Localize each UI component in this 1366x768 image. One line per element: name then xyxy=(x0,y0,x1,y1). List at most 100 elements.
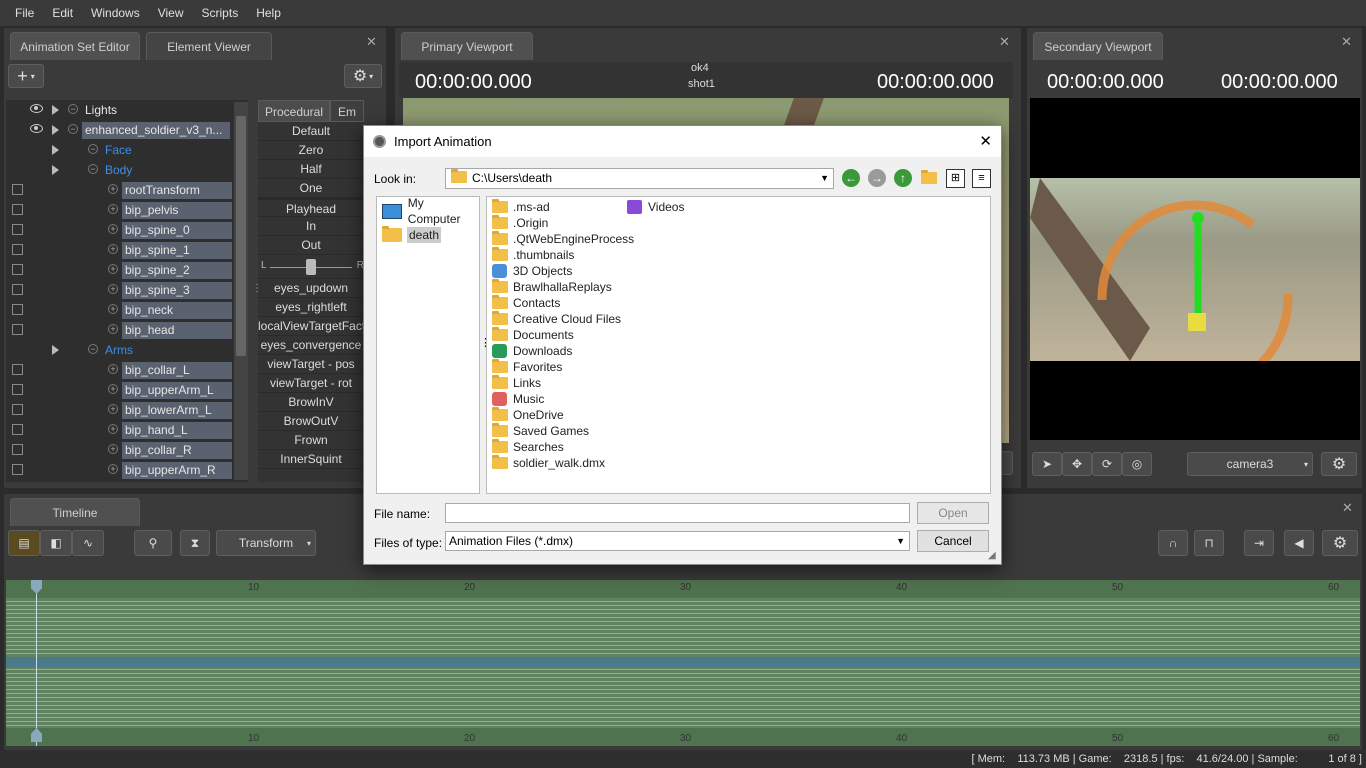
time-selection-icon[interactable]: ⧗ xyxy=(180,530,210,556)
expand-toggle-icon[interactable]: + xyxy=(108,384,118,394)
row-checkbox[interactable] xyxy=(12,424,23,435)
expand-toggle-icon[interactable]: + xyxy=(108,204,118,214)
file-list-item[interactable]: Creative Cloud Files xyxy=(492,311,621,327)
slider-handle[interactable] xyxy=(306,259,316,275)
expand-toggle-icon[interactable]: + xyxy=(108,184,118,194)
tree-row[interactable]: − Body xyxy=(6,160,248,180)
tree-row[interactable]: + bip_neck xyxy=(6,300,248,320)
control-row[interactable]: Frown xyxy=(258,431,364,450)
file-list-item[interactable]: Contacts xyxy=(492,295,560,311)
place-my-computer[interactable]: My Computer xyxy=(382,196,479,226)
file-list-item[interactable]: BrawlhallaReplays xyxy=(492,279,612,295)
tree-row[interactable]: + bip_head xyxy=(6,320,248,340)
menu-help[interactable]: Help xyxy=(247,6,290,20)
expand-toggle-icon[interactable]: + xyxy=(108,364,118,374)
tree-row[interactable]: + bip_upperArm_R xyxy=(6,460,248,480)
tree-row[interactable]: + bip_spine_3 xyxy=(6,280,248,300)
expand-toggle-icon[interactable]: + xyxy=(108,244,118,254)
tree-row[interactable]: + bip_collar_R xyxy=(6,440,248,460)
file-name-input[interactable] xyxy=(445,503,910,523)
close-icon[interactable]: ✕ xyxy=(1341,34,1352,50)
row-checkbox[interactable] xyxy=(12,384,23,395)
row-checkbox[interactable] xyxy=(12,304,23,315)
jump-to-end-icon[interactable]: ⇥ xyxy=(1244,530,1274,556)
close-icon[interactable]: ✕ xyxy=(979,126,992,157)
resize-grip-icon[interactable]: ◢ xyxy=(988,550,996,561)
open-button[interactable]: Open xyxy=(917,502,989,524)
row-checkbox[interactable] xyxy=(12,204,23,215)
transform-dropdown[interactable]: Transform ▾ xyxy=(216,530,316,556)
snap-icon[interactable]: ⊓ xyxy=(1194,530,1224,556)
expand-toggle-icon[interactable]: − xyxy=(88,344,98,354)
expand-toggle-icon[interactable]: + xyxy=(108,284,118,294)
add-button[interactable]: + ▾ xyxy=(8,64,44,88)
detail-view-icon[interactable]: ≡ xyxy=(972,169,991,188)
preset-row[interactable]: Zero xyxy=(258,141,364,160)
file-list-item[interactable]: Links xyxy=(492,375,541,391)
file-list-item[interactable]: soldier_walk.dmx xyxy=(492,455,605,471)
tree-row[interactable]: + bip_upperArm_L xyxy=(6,380,248,400)
expand-toggle-icon[interactable]: + xyxy=(108,404,118,414)
preset-row[interactable]: In xyxy=(258,217,364,236)
expand-toggle-icon[interactable]: + xyxy=(108,324,118,334)
look-in-combo[interactable]: C:\Users\death ▼ xyxy=(445,168,834,189)
expand-toggle-icon[interactable]: + xyxy=(108,304,118,314)
file-list-item[interactable]: .Origin xyxy=(492,215,548,231)
menu-edit[interactable]: Edit xyxy=(43,6,82,20)
row-checkbox[interactable] xyxy=(12,324,23,335)
preset-row[interactable]: Default xyxy=(258,122,364,141)
tab-secondary-viewport[interactable]: Secondary Viewport xyxy=(1033,32,1163,60)
tab-animation-set-editor[interactable]: Animation Set Editor xyxy=(10,32,140,60)
file-list-item[interactable]: Saved Games xyxy=(492,423,589,439)
control-row[interactable]: BrowOutV xyxy=(258,412,364,431)
row-checkbox[interactable] xyxy=(12,224,23,235)
select-tool-icon[interactable]: ➤ xyxy=(1032,452,1062,476)
file-list-item[interactable]: Music xyxy=(492,391,544,407)
graph-editor-icon[interactable]: ∿ xyxy=(72,530,104,556)
expand-toggle-icon[interactable]: + xyxy=(108,444,118,454)
tree-row[interactable]: + bip_hand_L xyxy=(6,420,248,440)
tree-row[interactable]: + bip_lowerArm_L xyxy=(6,400,248,420)
row-checkbox[interactable] xyxy=(12,284,23,295)
close-icon[interactable]: ✕ xyxy=(366,34,377,50)
expand-toggle-icon[interactable]: − xyxy=(88,144,98,154)
tree-row[interactable]: − enhanced_soldier_v3_n... xyxy=(6,120,248,140)
list-view-icon[interactable]: ⊞ xyxy=(946,169,965,188)
menu-scripts[interactable]: Scripts xyxy=(193,6,248,20)
preset-row[interactable]: Playhead xyxy=(258,198,364,217)
secondary-viewport-render[interactable] xyxy=(1030,98,1360,440)
visibility-eye-icon[interactable] xyxy=(30,124,43,133)
expand-toggle-icon[interactable]: + xyxy=(108,224,118,234)
settings-gear-button[interactable]: ⚙ ▾ xyxy=(344,64,382,88)
expand-toggle-icon[interactable]: + xyxy=(108,264,118,274)
clip-editor-icon[interactable]: ▤ xyxy=(8,530,40,556)
file-list-item[interactable]: .QtWebEngineProcess xyxy=(492,231,634,247)
tree-row[interactable]: − Arms xyxy=(6,340,248,360)
up-folder-icon[interactable]: ↑ xyxy=(894,169,912,187)
menu-windows[interactable]: Windows xyxy=(82,6,149,20)
expand-triangle-icon[interactable] xyxy=(52,145,59,155)
file-list-item[interactable]: .ms-ad xyxy=(492,199,550,215)
forward-icon[interactable]: → xyxy=(868,169,886,187)
balance-slider[interactable]: L R xyxy=(258,255,364,279)
expand-toggle-icon[interactable]: + xyxy=(108,464,118,474)
timeline-settings-gear-button[interactable]: ⚙ xyxy=(1322,530,1358,556)
row-checkbox[interactable] xyxy=(12,364,23,375)
motion-editor-icon[interactable]: ◧ xyxy=(40,530,72,556)
cancel-button[interactable]: Cancel xyxy=(917,530,989,552)
control-row[interactable]: InnerSquint xyxy=(258,450,364,469)
file-list-item[interactable]: 3D Objects xyxy=(492,263,572,279)
expand-toggle-icon[interactable]: − xyxy=(68,124,78,134)
file-list-item[interactable]: Downloads xyxy=(492,343,572,359)
menu-view[interactable]: View xyxy=(149,6,193,20)
add-bookmark-icon[interactable]: ⚲ xyxy=(134,530,172,556)
timeline-track-area[interactable]: 10 20 30 40 50 60 10 20 30 40 50 60 xyxy=(6,580,1360,746)
tab-element-viewer[interactable]: Element Viewer xyxy=(146,32,272,60)
row-checkbox[interactable] xyxy=(12,444,23,455)
magnet-icon[interactable]: ∩ xyxy=(1158,530,1188,556)
row-checkbox[interactable] xyxy=(12,264,23,275)
files-of-type-select[interactable]: Animation Files (*.dmx) ▼ xyxy=(445,531,910,551)
row-checkbox[interactable] xyxy=(12,184,23,195)
tab-em[interactable]: Em xyxy=(330,100,364,122)
place-death[interactable]: death xyxy=(382,226,442,243)
